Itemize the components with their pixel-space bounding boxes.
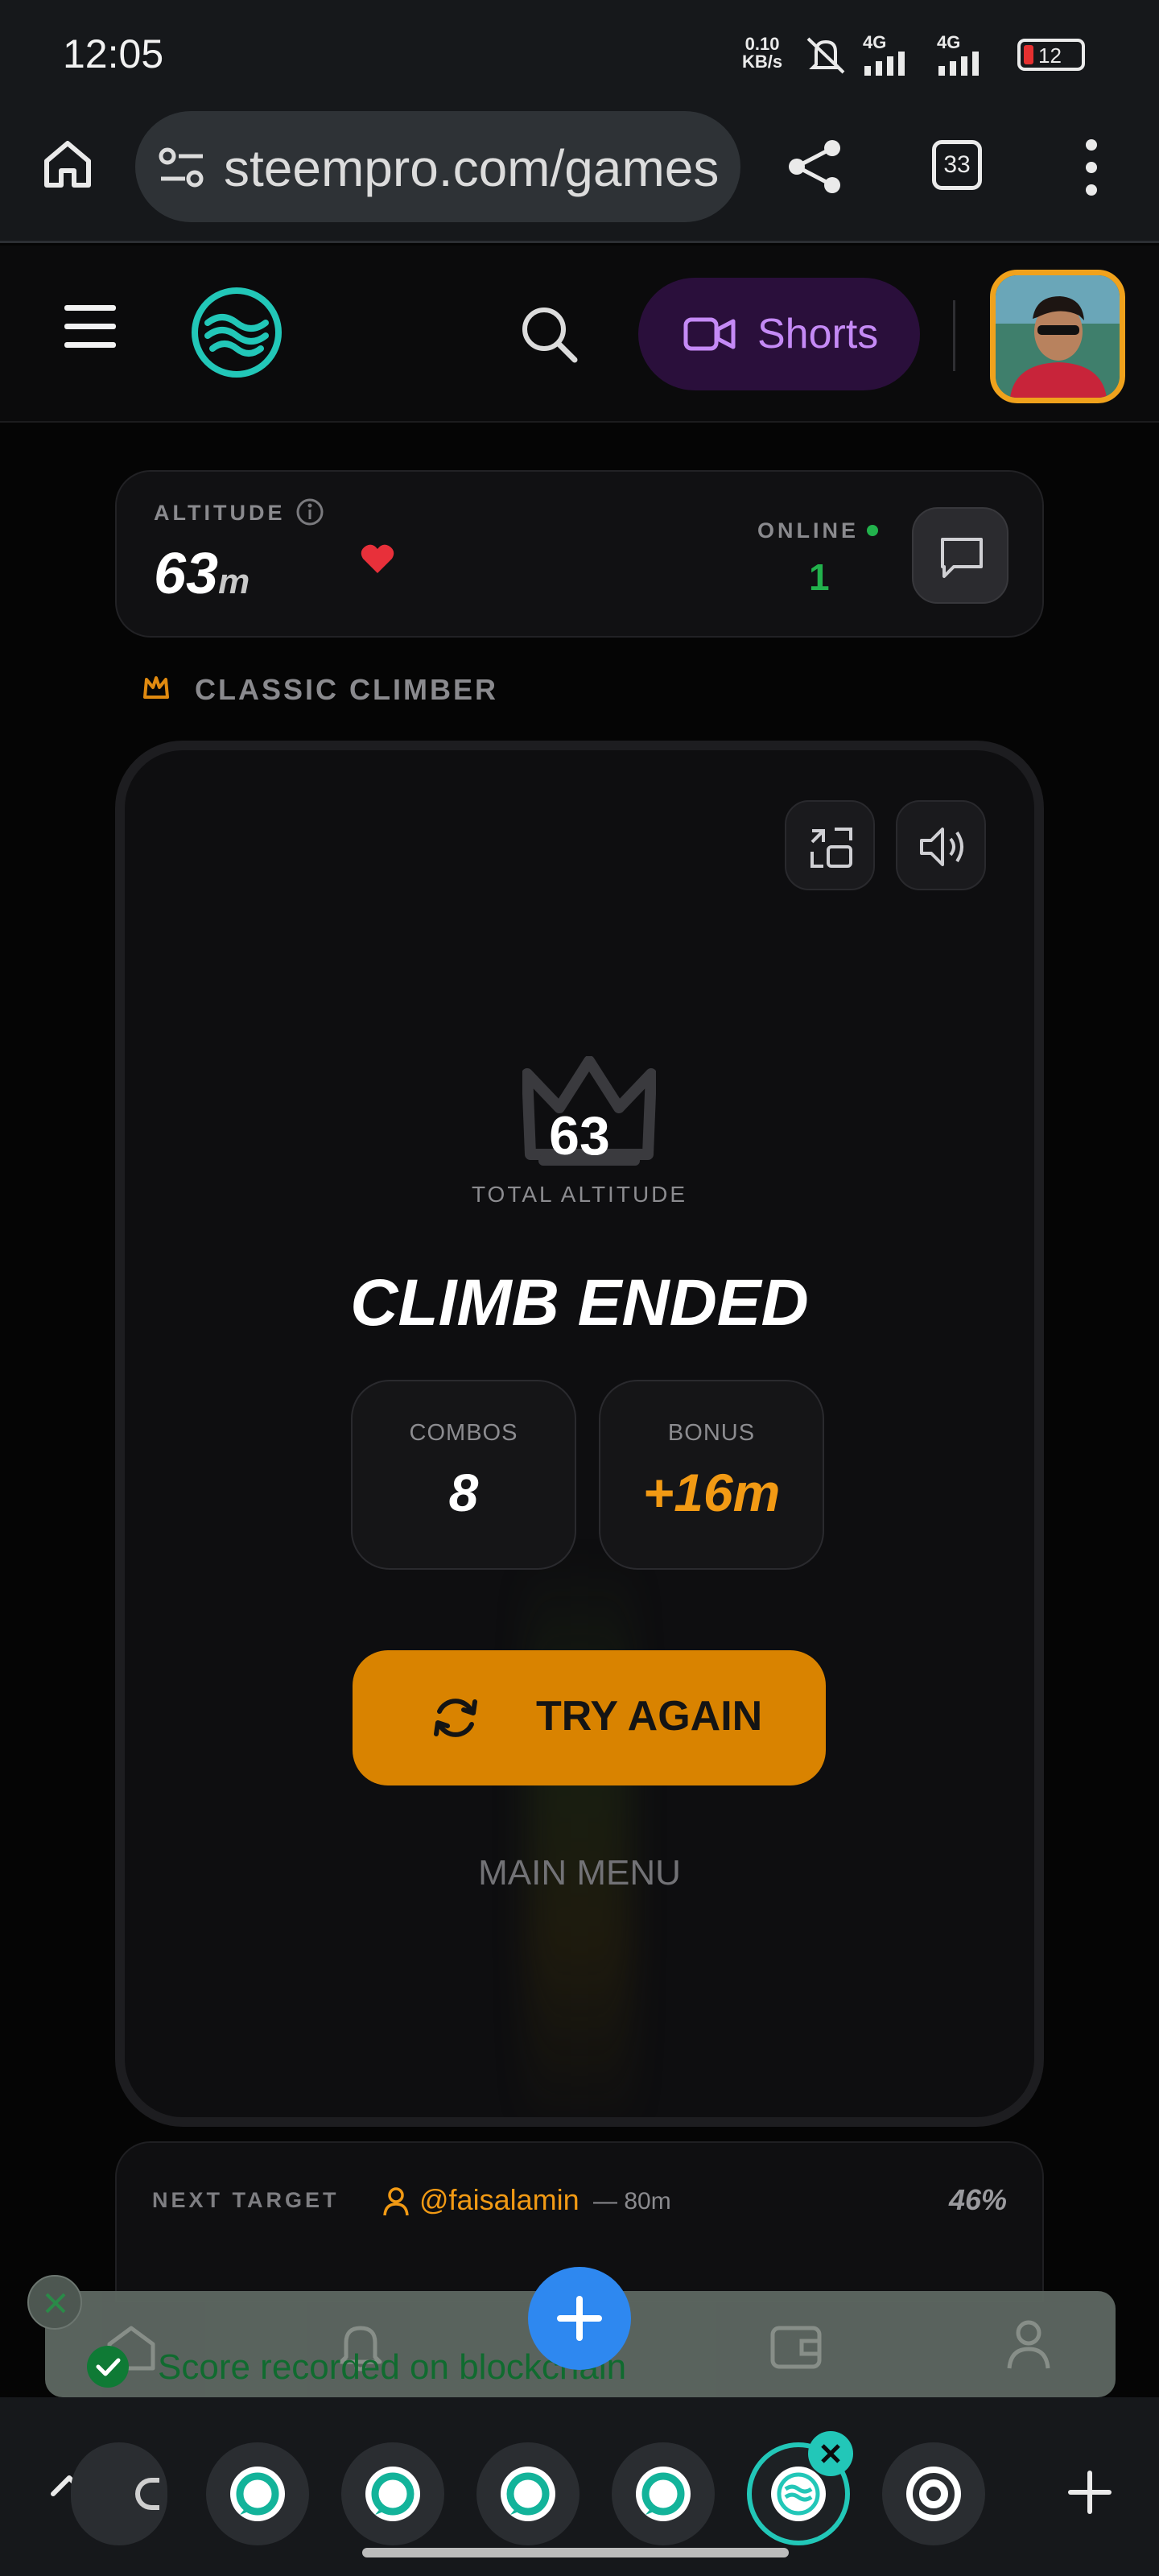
home-icon[interactable] — [40, 137, 95, 192]
app-icon — [365, 2467, 420, 2521]
battery-icon: 12 — [1017, 39, 1085, 71]
total-altitude-value: 63 — [549, 1105, 610, 1166]
site-settings-icon[interactable] — [158, 147, 206, 188]
next-target-user[interactable]: @faisalamin — [419, 2183, 580, 2217]
info-icon[interactable] — [295, 497, 324, 526]
tab-count: 33 — [943, 151, 971, 178]
altitude-unit: m — [218, 562, 250, 601]
tab-thumb-4[interactable] — [612, 2442, 715, 2545]
clock: 12:05 — [63, 31, 164, 76]
site-header: Shorts — [0, 246, 1159, 423]
signal-bars-2-icon — [938, 52, 979, 76]
header-divider — [953, 300, 955, 371]
close-icon — [821, 2444, 840, 2463]
online-dot — [867, 525, 878, 536]
chat-bubble-icon — [941, 538, 983, 578]
climb-ended-headline: CLIMB ENDED — [350, 1266, 809, 1340]
tab-switcher-button[interactable]: 33 — [932, 140, 982, 190]
refresh-icon — [434, 1699, 477, 1737]
minimize-icon — [810, 828, 852, 868]
check-circle-icon — [87, 2346, 129, 2388]
hamburger-menu-icon[interactable] — [63, 302, 118, 350]
next-target-label: NEXT TARGET — [152, 2188, 340, 2212]
altitude-card: ALTITUDE 63m ONLINE 1 — [115, 470, 1044, 638]
next-target-distance: — 80m — [593, 2188, 671, 2215]
close-icon — [45, 2293, 66, 2314]
mode-crown-icon — [143, 676, 169, 699]
heart-icon — [361, 544, 394, 573]
signal-bars-icon — [864, 52, 905, 76]
tab-thumb-3[interactable] — [476, 2442, 580, 2545]
toast-close-button[interactable] — [27, 2275, 82, 2330]
exit-fullscreen-button[interactable] — [785, 800, 875, 890]
combos-label: COMBOS — [409, 1420, 518, 1446]
tab-thumb-1[interactable] — [206, 2442, 309, 2545]
combos-value: 8 — [448, 1463, 479, 1522]
video-camera-icon — [683, 317, 736, 351]
avatar-photo — [996, 275, 1120, 398]
sound-toggle-button[interactable] — [896, 800, 986, 890]
try-again-label: TRY AGAIN — [536, 1693, 763, 1740]
game-background-glow — [527, 1555, 632, 2117]
try-again-button[interactable]: TRY AGAIN — [353, 1650, 826, 1785]
chrome-icon — [906, 2467, 961, 2521]
mode-label: CLASSIC CLIMBER — [195, 673, 498, 706]
url-text: steempro.com/games — [224, 139, 720, 197]
search-icon[interactable] — [518, 303, 580, 365]
url-bar[interactable]: steempro.com/games — [135, 111, 740, 222]
total-altitude-label: TOTAL ALTITUDE — [471, 1182, 688, 1207]
next-target-progress: 46% — [949, 2183, 1008, 2216]
tab-thumb-chrome[interactable] — [882, 2442, 985, 2545]
shorts-button[interactable]: Shorts — [638, 278, 920, 390]
net-speed: 0.10 KB/s — [742, 35, 782, 71]
net-speed-unit: KB/s — [742, 52, 783, 72]
altitude-label: ALTITUDE — [154, 501, 286, 525]
tab-thumb-partial[interactable] — [71, 2442, 167, 2545]
gesture-home-indicator[interactable] — [362, 2548, 789, 2557]
bonus-stat: BONUS +16m — [599, 1380, 824, 1570]
steempro-tab-icon — [771, 2467, 826, 2521]
shorts-label: Shorts — [757, 311, 879, 357]
altitude-value-group: 63m — [154, 541, 250, 607]
app-icon — [501, 2467, 555, 2521]
status-bar: 12:05 0.10 KB/s 4G 4G 12 — [0, 0, 1159, 105]
steempro-logo-icon[interactable] — [190, 286, 283, 379]
user-icon — [383, 2187, 409, 2216]
main-menu-link[interactable]: MAIN MENU — [125, 1853, 1034, 1893]
online-count: 1 — [809, 556, 830, 598]
game-panel: 63 TOTAL ALTITUDE CLIMB ENDED COMBOS 8 B… — [115, 741, 1044, 2127]
close-tab-button[interactable] — [808, 2431, 853, 2476]
new-tab-icon[interactable] — [1066, 2468, 1114, 2516]
bonus-label: BONUS — [667, 1420, 756, 1446]
user-avatar[interactable] — [990, 270, 1125, 403]
combos-stat: COMBOS 8 — [351, 1380, 576, 1570]
altitude-value: 63 — [154, 542, 219, 606]
plus-icon — [557, 2296, 602, 2341]
mute-vibrate-icon — [806, 37, 845, 74]
net-speed-value: 0.10 — [744, 34, 780, 54]
browser-toolbar: steempro.com/games 33 — [0, 105, 1159, 243]
create-post-fab[interactable] — [528, 2267, 631, 2370]
online-label: ONLINE — [757, 518, 860, 543]
app-icon — [636, 2467, 691, 2521]
more-options-icon[interactable] — [1075, 137, 1107, 198]
app-icon — [230, 2467, 285, 2521]
speaker-icon — [920, 828, 963, 866]
share-icon[interactable] — [786, 137, 845, 196]
bonus-value: +16m — [642, 1463, 781, 1522]
tab-thumb-2[interactable] — [341, 2442, 444, 2545]
battery-level: 12 — [1038, 43, 1062, 68]
chat-button[interactable] — [912, 507, 1008, 604]
